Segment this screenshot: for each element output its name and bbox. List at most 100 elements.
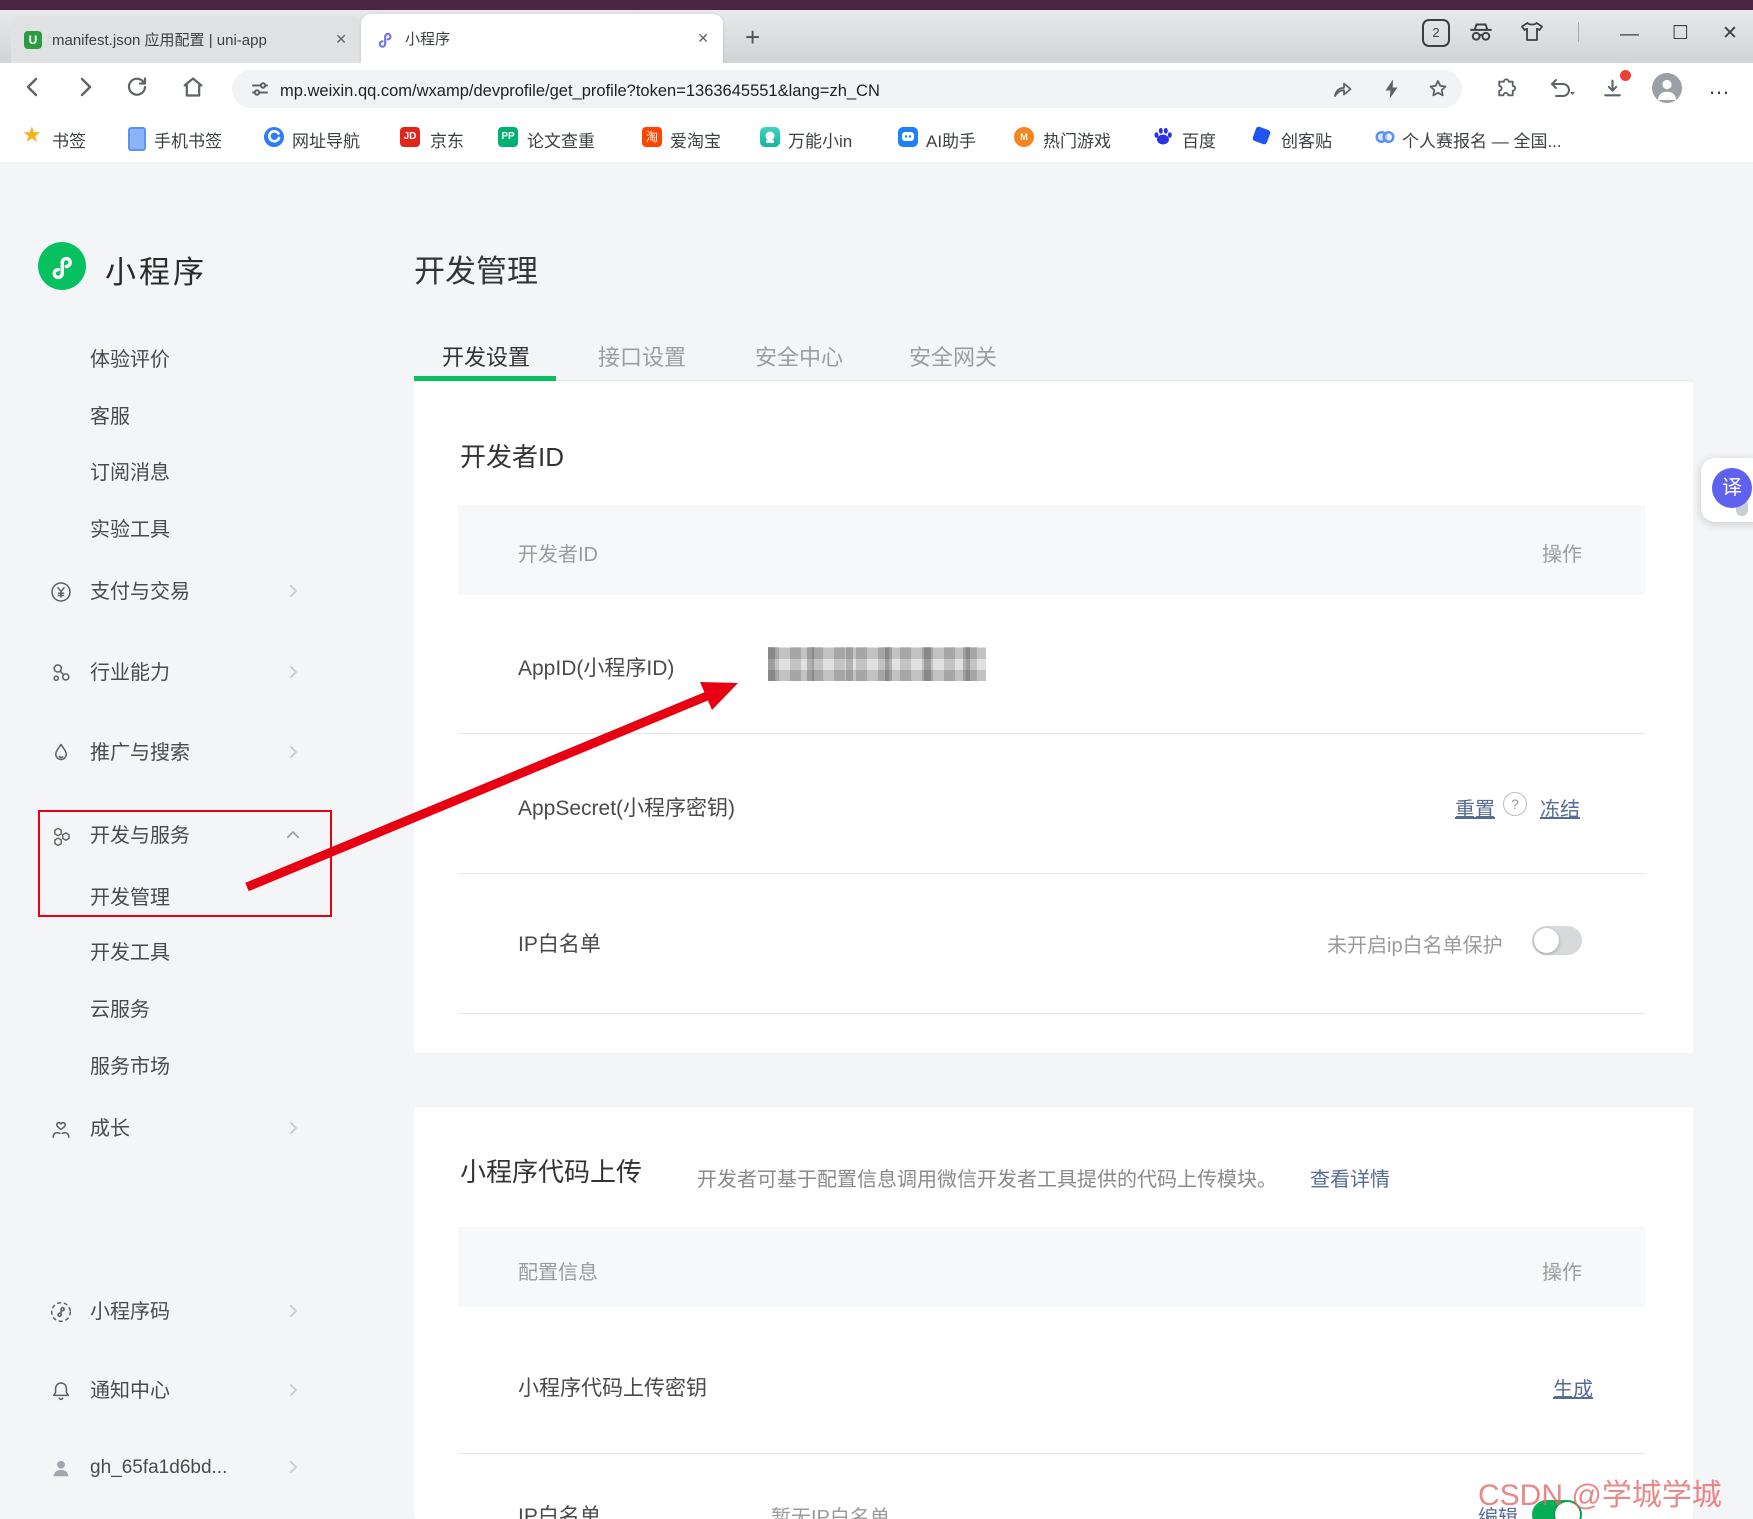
chevron-right-icon [284, 1381, 304, 1401]
extensions-puzzle-icon[interactable] [1494, 76, 1519, 101]
bookmark-item[interactable]: 爱淘宝 [670, 127, 721, 152]
pp-icon[interactable]: PP [498, 127, 518, 147]
detail-link[interactable]: 查看详情 [1310, 1163, 1390, 1192]
bookmark-item[interactable]: 书签 [52, 127, 86, 152]
sidebar-item-cloud[interactable]: 云服务 [90, 997, 150, 1023]
sidebar-item-service[interactable]: 客服 [90, 404, 130, 430]
ip-whitelist-value: 暂无IP白名单 [771, 1501, 890, 1519]
share-icon[interactable] [1330, 77, 1354, 101]
minicode-icon [48, 1299, 74, 1325]
generate-link[interactable]: 生成 [1553, 1373, 1593, 1402]
table-header-action: 操作 [1542, 538, 1582, 567]
sidebar-item-lab[interactable]: 实验工具 [90, 517, 170, 543]
new-tab-button[interactable]: + [745, 22, 760, 53]
browser-menu-icon[interactable]: … [1708, 74, 1731, 100]
sidebar-item-account[interactable]: gh_65fa1d6bd... [90, 1455, 227, 1481]
tab-counter-badge[interactable]: 2 [1422, 19, 1450, 47]
incognito-icon[interactable] [1466, 18, 1496, 46]
bookmark-item[interactable]: 网址导航 [292, 127, 360, 152]
browser-tab-miniprogram[interactable]: 小程序 ✕ [361, 14, 723, 63]
nav-swirl-icon[interactable] [264, 127, 284, 147]
site-settings-icon[interactable] [250, 79, 270, 99]
back-icon[interactable] [20, 74, 46, 100]
flame-icon [48, 740, 74, 766]
rings-icon[interactable] [1374, 127, 1396, 147]
table-header-action: 操作 [1542, 1256, 1582, 1285]
translate-icon[interactable]: 译 [1712, 468, 1752, 508]
tab-security-center[interactable]: 安全中心 [755, 340, 843, 372]
sidebar-item-growth[interactable]: 成长 [90, 1116, 130, 1142]
bookmark-item[interactable]: 手机书签 [154, 127, 222, 152]
url-text[interactable]: mp.weixin.qq.com/wxamp/devprofile/get_pr… [280, 82, 1310, 101]
bookmark-item[interactable]: 百度 [1182, 127, 1216, 152]
phone-icon[interactable] [128, 127, 146, 151]
bell-icon [48, 1378, 74, 1404]
help-icon[interactable]: ? [1503, 792, 1527, 816]
sidebar-item-minicode[interactable]: 小程序码 [90, 1299, 170, 1325]
bookmark-item[interactable]: 京东 [430, 127, 464, 152]
star-icon[interactable]: ★ [22, 122, 42, 148]
browser-window: U manifest.json 应用配置 | uni-app ✕ 小程序 ✕ +… [0, 0, 1753, 1519]
bookmark-item[interactable]: 热门游戏 [1043, 127, 1111, 152]
reload-icon[interactable] [124, 74, 150, 100]
download-alert-badge [1620, 70, 1631, 81]
account-icon [48, 1455, 74, 1481]
tab-close-icon[interactable]: ✕ [697, 30, 709, 47]
tab-api-settings[interactable]: 接口设置 [598, 340, 686, 372]
tab-dev-settings[interactable]: 开发设置 [442, 340, 530, 372]
code-upload-description: 开发者可基于配置信息调用微信开发者工具提供的代码上传模块。 [697, 1163, 1277, 1192]
profile-avatar[interactable] [1652, 73, 1682, 103]
table-header-left: 开发者ID [518, 538, 598, 567]
sidebar-item-subscribe[interactable]: 订阅消息 [90, 460, 170, 486]
sidebar-item-payment[interactable]: 支付与交易 [90, 579, 190, 605]
freeze-link[interactable]: 冻结 [1540, 793, 1580, 822]
maximize-button[interactable]: ☐ [1672, 22, 1689, 45]
ip-whitelist-label: IP白名单 [518, 928, 601, 958]
ip-protection-toggle[interactable] [1532, 926, 1582, 955]
sidebar-item-dev-tools[interactable]: 开发工具 [90, 940, 170, 966]
history-undo-icon[interactable] [1546, 76, 1576, 102]
baidu-paw-icon[interactable] [1152, 125, 1174, 147]
sidebar-item-experience[interactable]: 体验评价 [90, 347, 170, 373]
sidebar-item-promotion[interactable]: 推广与搜索 [90, 740, 190, 766]
minimize-button[interactable]: — [1620, 24, 1639, 46]
tab-close-icon[interactable]: ✕ [335, 31, 347, 48]
bookmark-item[interactable]: 论文查重 [527, 127, 595, 152]
close-button[interactable]: ✕ [1722, 22, 1738, 45]
sidebar-logo-label: 小程序 [105, 247, 207, 292]
ip-whitelist-status: 未开启ip白名单保护 [1327, 929, 1503, 958]
table-header-row [458, 1227, 1645, 1307]
sidebar-item-market[interactable]: 服务市场 [90, 1054, 170, 1080]
bookmark-item[interactable]: 创客贴 [1281, 127, 1332, 152]
forward-icon[interactable] [72, 74, 98, 100]
bookmark-item[interactable]: 万能小in [788, 127, 852, 152]
sidebar-item-notifications[interactable]: 通知中心 [90, 1378, 170, 1404]
chevron-right-icon [284, 1302, 304, 1322]
bookmark-item[interactable]: AI助手 [926, 127, 976, 152]
appid-label: AppID(小程序ID) [518, 652, 674, 682]
tao-icon[interactable]: 淘 [642, 127, 662, 147]
game-orange-icon[interactable]: M [1014, 127, 1034, 147]
industry-icon [48, 660, 74, 686]
ip-whitelist-label: IP白名单 [518, 1500, 601, 1519]
bookmark-star-icon[interactable] [1426, 77, 1450, 101]
jd-icon[interactable]: JD [400, 127, 420, 147]
toggle-knob [1534, 928, 1559, 953]
window-controls-divider [1578, 22, 1579, 42]
appsecret-label: AppSecret(小程序密钥) [518, 792, 735, 822]
lightning-icon[interactable] [1380, 77, 1404, 101]
miniprogram-logo-icon[interactable] [38, 242, 86, 290]
sidebar-item-industry[interactable]: 行业能力 [90, 660, 170, 686]
robot-teal-icon[interactable] [760, 127, 780, 147]
home-icon[interactable] [180, 74, 206, 100]
browser-tab-uniapp[interactable]: U manifest.json 应用配置 | uni-app ✕ [11, 16, 361, 63]
row-divider [458, 733, 1645, 734]
reset-link[interactable]: 重置 [1455, 793, 1495, 822]
annotation-red-box [38, 810, 332, 917]
theme-shirt-icon[interactable] [1518, 19, 1546, 45]
ai-chat-icon[interactable] [898, 127, 918, 147]
tab-security-gateway[interactable]: 安全网关 [909, 340, 997, 372]
watermark: CSDN @学城学城 [1478, 1470, 1722, 1514]
uniapp-favicon-icon: U [24, 31, 42, 49]
bookmark-item[interactable]: 个人赛报名 — 全国... [1402, 127, 1587, 152]
